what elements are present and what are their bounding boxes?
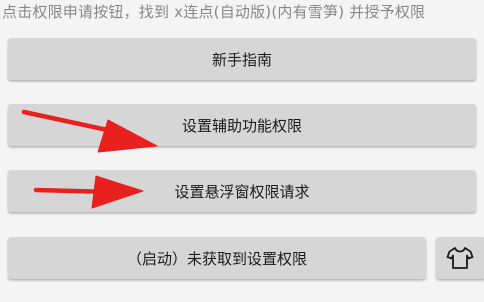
beginner-guide-label: 新手指南	[211, 50, 272, 69]
accessibility-permission-label: 设置辅助功能权限	[181, 116, 302, 135]
overlay-permission-label: 设置悬浮窗权限请求	[174, 182, 310, 201]
shirt-icon	[446, 247, 474, 269]
beginner-guide-button[interactable]: 新手指南	[8, 38, 476, 80]
start-button[interactable]: （启动）未获取到设置权限	[8, 237, 426, 279]
overlay-permission-button[interactable]: 设置悬浮窗权限请求	[8, 170, 476, 212]
instruction-text: 点击权限申请按钮，找到 x连点(自动版)(内有雪笋) 并授予权限	[2, 3, 426, 21]
start-button-label: （启动）未获取到设置权限	[126, 249, 307, 268]
shirt-button[interactable]	[436, 237, 484, 279]
app-screen: 点击权限申请按钮，找到 x连点(自动版)(内有雪笋) 并授予权限 新手指南 设置…	[0, 0, 484, 302]
accessibility-permission-button[interactable]: 设置辅助功能权限	[8, 104, 476, 146]
